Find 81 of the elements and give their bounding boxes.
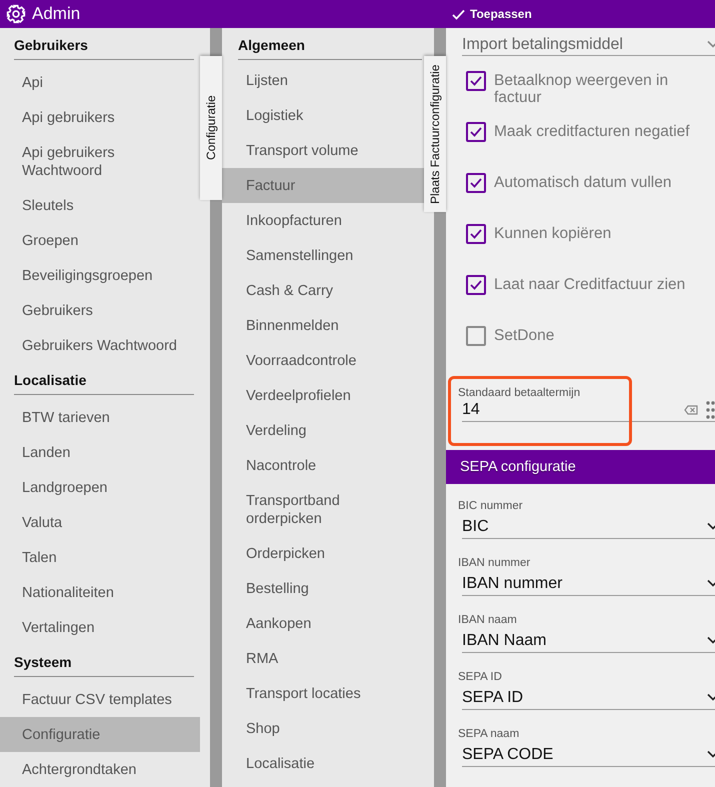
menu-item[interactable]: Inkoopfacturen: [222, 203, 424, 238]
section-heading: Gebruikers: [14, 28, 194, 60]
menu-item[interactable]: Api: [0, 65, 200, 100]
drag-handle-icon[interactable]: [706, 400, 715, 420]
section-heading: Algemeen: [238, 28, 422, 60]
check-icon: [469, 75, 483, 87]
checkbox-label: SetDone: [494, 326, 554, 344]
menu-item[interactable]: Logistiek: [222, 98, 424, 133]
select-field[interactable]: BIC: [462, 512, 715, 539]
menu-item[interactable]: Bestelling: [222, 571, 424, 606]
menu-item[interactable]: Landen: [0, 435, 200, 470]
menu-item[interactable]: Transportband orderpicken: [222, 483, 424, 536]
menu-item[interactable]: Verdeling: [222, 413, 424, 448]
check-icon: [469, 126, 483, 138]
select-field[interactable]: SEPA CODE: [462, 740, 715, 767]
menu-item[interactable]: Landgroepen: [0, 470, 200, 505]
section-header: SEPA configuratie: [446, 450, 715, 484]
checkbox-label: Laat naar Creditfactuur zien: [494, 275, 686, 293]
field-label: BIC nummer: [458, 500, 524, 512]
menu-item[interactable]: Shop: [222, 711, 424, 746]
menu-item[interactable]: Lijsten: [222, 63, 424, 98]
menu-item[interactable]: Nationaliteiten: [0, 575, 200, 610]
side-tab[interactable]: Plaats Factuurconfiguratie: [424, 56, 446, 212]
field-label: IBAN naam: [458, 614, 518, 626]
check-icon: [452, 8, 465, 20]
checkbox[interactable]: [466, 71, 486, 91]
checkbox[interactable]: [466, 224, 486, 244]
menu-item[interactable]: RMA: [222, 641, 424, 676]
app-title: Admin: [32, 4, 80, 24]
checkbox-label: Maak creditfacturen negatief: [494, 122, 690, 140]
select-field[interactable]: IBAN Naam: [462, 626, 715, 653]
menu-item[interactable]: Factuur: [222, 168, 424, 203]
menu-item[interactable]: Vertalingen: [0, 610, 200, 645]
menu-item[interactable]: Achtergrondtaken: [0, 752, 200, 787]
menu-item[interactable]: Binnenmelden: [222, 308, 424, 343]
check-icon: [469, 177, 483, 189]
clear-icon[interactable]: [684, 405, 698, 415]
menu-item[interactable]: Talen: [0, 540, 200, 575]
field-label: SEPA naam: [458, 728, 520, 740]
select-field[interactable]: IBAN nummer: [462, 569, 715, 596]
menu-item[interactable]: Samenstellingen: [222, 238, 424, 273]
menu-item[interactable]: Voorraadcontrole: [222, 343, 424, 378]
field-label: IBAN nummer: [458, 557, 532, 569]
settings-icon[interactable]: [6, 4, 26, 24]
check-icon: [469, 228, 483, 240]
checkbox-label: Betaalknop weergeven in factuur: [494, 71, 670, 106]
checkbox-label: Automatisch datum vullen: [494, 173, 672, 191]
menu-item[interactable]: Sleutels: [0, 188, 200, 223]
menu-item[interactable]: Cash & Carry: [222, 273, 424, 308]
menu-item[interactable]: Aankopen: [222, 606, 424, 641]
menu-item[interactable]: Gebruikers Wachtwoord: [0, 328, 200, 363]
menu-item[interactable]: Verdeelprofielen: [222, 378, 424, 413]
section-heading: Systeem: [14, 645, 194, 677]
side-tab[interactable]: Configuratie: [200, 56, 222, 200]
checkbox-label: Kunnen kopiëren: [494, 224, 612, 242]
menu-item[interactable]: Api gebruikers Wachtwoord: [0, 135, 200, 188]
menu-item[interactable]: Configuratie: [0, 717, 200, 752]
menu-item[interactable]: Valuta: [0, 505, 200, 540]
select-field[interactable]: SEPA ID: [462, 683, 715, 710]
menu-item[interactable]: Transport locaties: [222, 676, 424, 711]
menu-item[interactable]: Gebruikers: [0, 293, 200, 328]
menu-item[interactable]: Groepen: [0, 223, 200, 258]
menu-item[interactable]: Nacontrole: [222, 448, 424, 483]
select-field[interactable]: Import betalingsmiddel: [462, 28, 715, 56]
check-icon: [469, 279, 483, 291]
checkbox[interactable]: [466, 173, 486, 193]
menu-item[interactable]: Localisatie: [222, 746, 424, 781]
menu-item[interactable]: BTW tarieven: [0, 400, 200, 435]
menu-item[interactable]: Factuur CSV templates: [0, 682, 200, 717]
checkbox[interactable]: [466, 326, 486, 346]
apply-button[interactable]: Toepassen: [448, 5, 536, 23]
field-label: Standaard betaaltermijn: [458, 387, 582, 399]
section-heading: Localisatie: [14, 363, 194, 395]
checkbox[interactable]: [466, 122, 486, 142]
menu-item[interactable]: Beveiligingsgroepen: [0, 258, 200, 293]
menu-item[interactable]: Orderpicken: [222, 536, 424, 571]
menu-item[interactable]: Transport volume: [222, 133, 424, 168]
number-field[interactable]: 14: [462, 401, 676, 419]
menu-item[interactable]: Api gebruikers: [0, 100, 200, 135]
field-label: SEPA ID: [458, 671, 503, 683]
checkbox[interactable]: [466, 275, 486, 295]
